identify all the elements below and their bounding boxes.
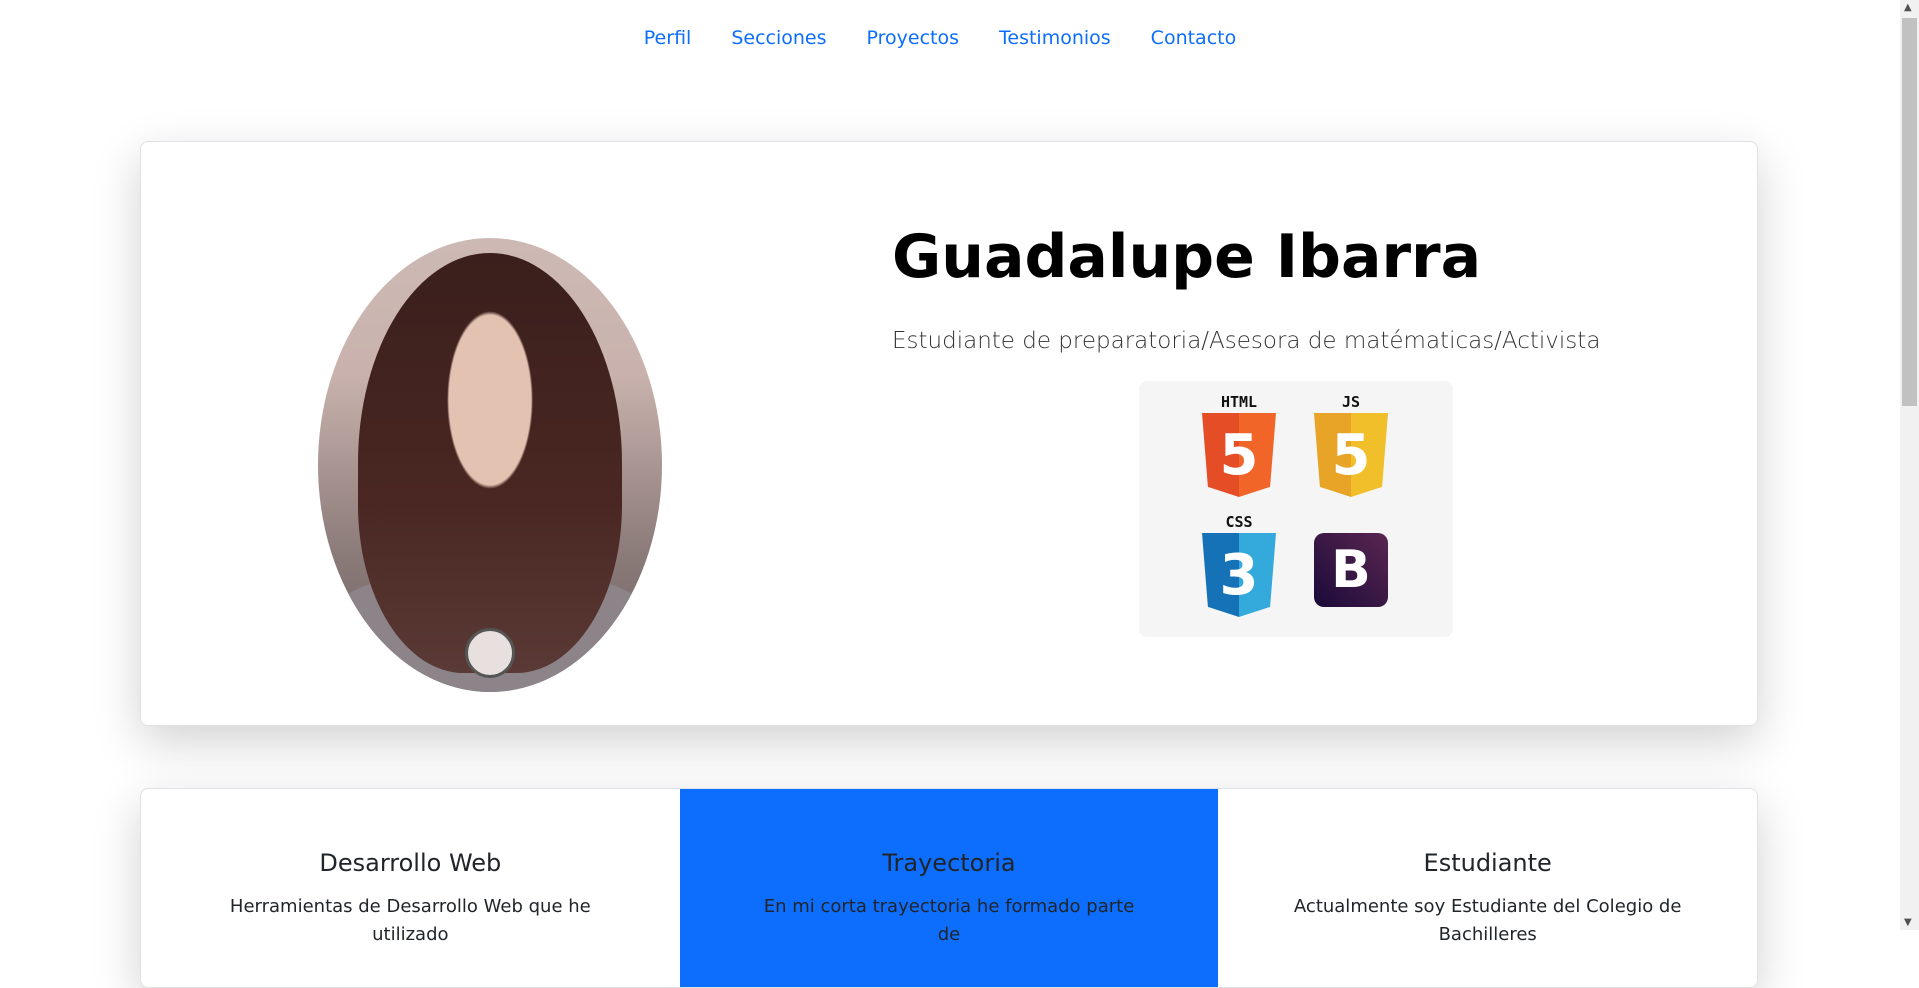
nav-perfil[interactable]: Perfil <box>644 27 692 49</box>
profile-photo <box>318 238 662 692</box>
bootstrap-logo: B <box>1313 513 1389 607</box>
js-logo: JS 5 <box>1313 393 1389 497</box>
top-nav: Perfil Secciones Proyectos Testimonios C… <box>0 0 1900 75</box>
scroll-down-icon[interactable]: ▼ <box>1904 917 1912 928</box>
nav-contacto[interactable]: Contacto <box>1151 27 1237 49</box>
sections-card: Desarrollo Web Herramientas de Desarroll… <box>140 788 1758 988</box>
profile-name: Guadalupe Ibarra <box>892 222 1482 292</box>
scroll-up-icon[interactable]: ▲ <box>1904 2 1912 13</box>
profile-subtitle: Estudiante de preparatoria/Asesora de ma… <box>892 328 1601 354</box>
section-trayectoria: Trayectoria En mi corta trayectoria he f… <box>679 789 1219 987</box>
scrollbar-thumb[interactable] <box>1902 18 1917 406</box>
nav-secciones[interactable]: Secciones <box>731 27 826 49</box>
profile-card: Guadalupe Ibarra Estudiante de preparato… <box>140 141 1758 726</box>
css3-logo: CSS 3 <box>1201 513 1277 617</box>
tech-logos: HTML 5 JS 5 CSS 3 B <box>1139 381 1453 637</box>
nav-proyectos[interactable]: Proyectos <box>867 27 960 49</box>
section-estudiante: Estudiante Actualmente soy Estudiante de… <box>1293 849 1682 945</box>
html5-logo: HTML 5 <box>1201 393 1277 497</box>
nav-testimonios[interactable]: Testimonios <box>999 27 1111 49</box>
section-desarrollo-web: Desarrollo Web Herramientas de Desarroll… <box>229 849 591 945</box>
scrollbar[interactable]: ▲ ▼ <box>1900 0 1919 930</box>
